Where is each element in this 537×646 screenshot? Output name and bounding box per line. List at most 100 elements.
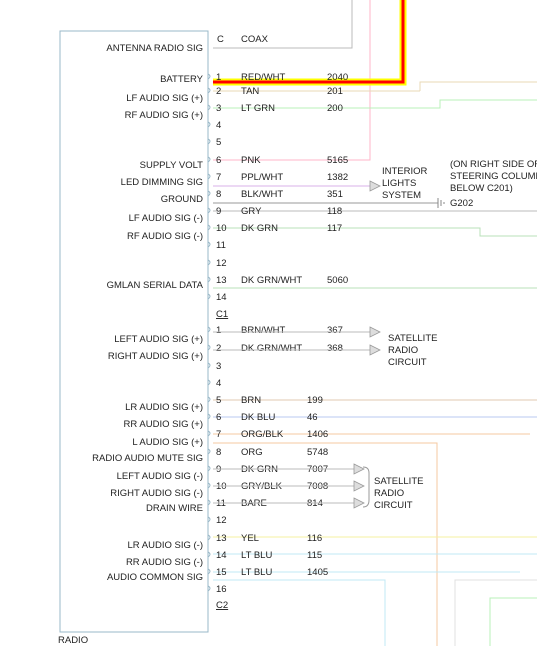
pin-number: 2 xyxy=(216,343,221,354)
wire-color-label: DK GRN/WHT xyxy=(241,343,302,354)
interior-lights-label-3: SYSTEM xyxy=(382,190,421,201)
pin-function-label: LEFT AUDIO SIG (+) xyxy=(114,334,203,345)
satellite-a-label-2: RADIO xyxy=(388,345,418,356)
circuit-number: 1405 xyxy=(307,567,328,578)
pin-function-label: RR AUDIO SIG (+) xyxy=(124,419,203,430)
module-name-label: RADIO xyxy=(58,635,88,646)
pin-function-label: RADIO AUDIO MUTE SIG xyxy=(92,453,203,464)
pin-number: 10 xyxy=(216,223,227,234)
pin-number: 7 xyxy=(216,429,221,440)
satellite-a-label-3: CIRCUIT xyxy=(388,357,427,368)
pin-function-label: RF AUDIO SIG (+) xyxy=(125,110,203,121)
pin-function-label: RR AUDIO SIG (-) xyxy=(126,557,203,568)
circuit-number: 115 xyxy=(307,550,322,561)
interior-lights-label-2: LIGHTS xyxy=(382,178,416,189)
pin-function-label: GMLAN SERIAL DATA xyxy=(107,280,204,291)
circuit-number: 116 xyxy=(307,533,322,544)
circuit-number: 367 xyxy=(327,325,343,336)
wire-color-label: RED/WHT xyxy=(241,72,286,83)
top-pin-label: ANTENNA RADIO SIG xyxy=(106,43,203,54)
pin-number: 12 xyxy=(216,515,227,526)
wiring-diagram: C COAX ANTENNA RADIO SIG 1 RED/WHT 2040 BAT… xyxy=(58,0,537,646)
wire-color-label: TAN xyxy=(241,86,259,97)
circuit-number: 5060 xyxy=(327,275,348,286)
pin-number: 2 xyxy=(216,86,221,97)
wire-color-label: LT BLU xyxy=(241,567,272,578)
pin-number: 8 xyxy=(216,447,221,458)
pin-function-label: LR AUDIO SIG (+) xyxy=(125,402,203,413)
pin-function-label: RIGHT AUDIO SIG (+) xyxy=(108,351,203,362)
pin-function-label: LR AUDIO SIG (-) xyxy=(128,540,203,551)
pin-function-label: BATTERY xyxy=(160,74,204,85)
satellite-a-label-1: SATELLITE xyxy=(388,333,437,344)
pin-number: 4 xyxy=(216,378,221,389)
wire-color-label: BLK/WHT xyxy=(241,189,283,200)
pin-function-label: LF AUDIO SIG (-) xyxy=(129,213,203,224)
circuit-number: 2040 xyxy=(327,72,348,83)
ground-note-line-3: BELOW C201) xyxy=(450,183,513,194)
ground-note-line-1: (ON RIGHT SIDE OF xyxy=(450,159,537,170)
ground-destination: (ON RIGHT SIDE OF STEERING COLUMN BELOW … xyxy=(437,159,537,209)
wire-color-label: GRY xyxy=(241,206,262,217)
wire-color-label: DK BLU xyxy=(241,412,275,423)
circuit-number: 5748 xyxy=(307,447,328,458)
circuit-number: 199 xyxy=(307,395,323,406)
pin-number: 13 xyxy=(216,275,227,286)
pin-number: 15 xyxy=(216,567,227,578)
pin-number: 4 xyxy=(216,120,221,131)
pin-function-label: AUDIO COMMON SIG xyxy=(107,572,203,583)
wire-color-label: ORG xyxy=(241,447,263,458)
pin-function-label: LEFT AUDIO SIG (-) xyxy=(117,471,203,482)
ground-ref-label: G202 xyxy=(450,198,473,209)
pin-function-label: LED DIMMING SIG xyxy=(121,177,203,188)
bracket xyxy=(362,466,370,508)
wire-color-label: BRN xyxy=(241,395,261,406)
pin-function-label: L AUDIO SIG (+) xyxy=(132,437,203,448)
wire-color-label: LT GRN xyxy=(241,103,275,114)
circuit-number: 201 xyxy=(327,86,343,97)
circuit-number: 118 xyxy=(327,206,342,217)
arrow-icon xyxy=(369,344,381,356)
circuit-number: 1406 xyxy=(307,429,328,440)
pin-number: 5 xyxy=(216,395,221,406)
pin-function-label: GROUND xyxy=(161,194,203,205)
pin-function-label: LF AUDIO SIG (+) xyxy=(126,93,203,104)
pin-number: 5 xyxy=(216,137,221,148)
circuit-number: 351 xyxy=(327,189,343,200)
satellite-b-label-1: SATELLITE xyxy=(374,476,423,487)
connector-c1-label: C1 xyxy=(216,309,228,320)
pin-number: 13 xyxy=(216,533,227,544)
pin-function-label: SUPPLY VOLT xyxy=(140,160,204,171)
circuit-number: 1382 xyxy=(327,172,348,183)
interior-lights-destination: INTERIOR LIGHTS SYSTEM xyxy=(369,166,428,201)
pin-number: 16 xyxy=(216,584,227,595)
arrow-icon xyxy=(353,497,365,509)
pin-number: 7 xyxy=(216,172,221,183)
pin-function-label: RF AUDIO SIG (-) xyxy=(127,231,203,242)
top-connector-label: C xyxy=(217,34,224,45)
wire-color-label: BRN/WHT xyxy=(241,325,286,336)
pin-function-label: RIGHT AUDIO SIG (-) xyxy=(110,488,203,499)
top-circuit-label: COAX xyxy=(241,34,269,45)
arrow-icon xyxy=(353,480,365,492)
wire-color-label: LT BLU xyxy=(241,550,272,561)
arrow-icon xyxy=(369,326,381,338)
pin-number: 6 xyxy=(216,412,221,423)
arrow-icon xyxy=(353,463,365,475)
pin-function-label: DRAIN WIRE xyxy=(146,503,203,514)
circuit-number: 46 xyxy=(307,412,318,423)
wire-color-label: DK GRN/WHT xyxy=(241,275,302,286)
satellite-b-label-2: RADIO xyxy=(374,488,404,499)
wire-color-label: PNK xyxy=(241,155,261,166)
pin-number: 1 xyxy=(216,325,221,336)
wire-color-label: DK GRN xyxy=(241,223,278,234)
circuit-number: 117 xyxy=(327,223,342,234)
pin-number: 12 xyxy=(216,258,227,269)
pin-number: 14 xyxy=(216,550,227,561)
circuit-number: 5165 xyxy=(327,155,348,166)
circuit-number: 368 xyxy=(327,343,343,354)
pin-number: 14 xyxy=(216,292,227,303)
ground-icon xyxy=(437,198,445,208)
satellite-b-label-3: CIRCUIT xyxy=(374,500,413,511)
wire-color-label: YEL xyxy=(241,533,259,544)
